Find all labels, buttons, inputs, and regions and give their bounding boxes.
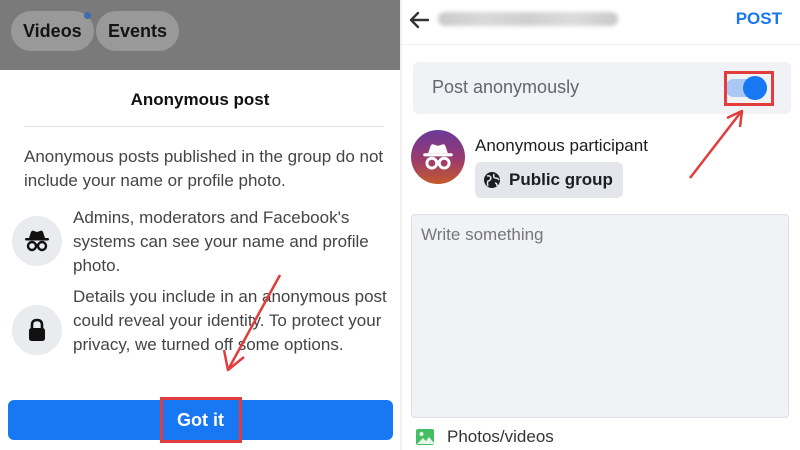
lock-icon bbox=[12, 305, 62, 355]
highlight-box bbox=[160, 397, 242, 443]
sheet-intro-text: Anonymous posts published in the group d… bbox=[24, 147, 384, 190]
audience-selector[interactable]: Public group bbox=[475, 162, 623, 198]
info-text-privacy: Details you include in an anonymous post… bbox=[73, 287, 387, 354]
header-divider bbox=[402, 44, 800, 45]
post-button[interactable]: POST bbox=[736, 9, 782, 29]
create-post-panel: POST Post anonymously Anonymous particip… bbox=[402, 0, 800, 450]
compose-placeholder: Write something bbox=[421, 225, 544, 244]
back-arrow-icon[interactable] bbox=[408, 9, 430, 31]
globe-icon bbox=[484, 172, 500, 188]
info-text-visibility: Admins, moderators and Facebook's system… bbox=[73, 208, 369, 275]
sheet-title: Anonymous post bbox=[130, 90, 270, 109]
incognito-icon bbox=[12, 216, 62, 266]
photos-videos-label: Photos/videos bbox=[447, 427, 554, 446]
tab-videos-label: Videos bbox=[23, 21, 82, 41]
tab-events[interactable]: Events bbox=[96, 11, 180, 51]
divider bbox=[24, 126, 384, 127]
tab-videos[interactable]: Videos bbox=[11, 11, 94, 51]
post-anonymously-label: Post anonymously bbox=[432, 77, 580, 97]
tab-events-label: Events bbox=[108, 21, 168, 41]
bottom-sheet: Anonymous post Anonymous posts published… bbox=[0, 70, 400, 450]
anonymous-post-info-panel: Videos Events Anonymous post Anonymous p… bbox=[0, 0, 400, 450]
audience-label: Public group bbox=[509, 170, 613, 189]
post-text-area[interactable]: Write something bbox=[411, 214, 789, 418]
group-name-redacted bbox=[438, 12, 618, 26]
photo-icon bbox=[416, 429, 434, 445]
notification-dot bbox=[83, 12, 91, 19]
incognito-icon bbox=[423, 144, 453, 170]
highlight-box bbox=[724, 71, 774, 106]
avatar bbox=[411, 130, 465, 184]
participant-name: Anonymous participant bbox=[475, 136, 648, 155]
add-photos-videos[interactable]: Photos/videos bbox=[415, 427, 554, 447]
